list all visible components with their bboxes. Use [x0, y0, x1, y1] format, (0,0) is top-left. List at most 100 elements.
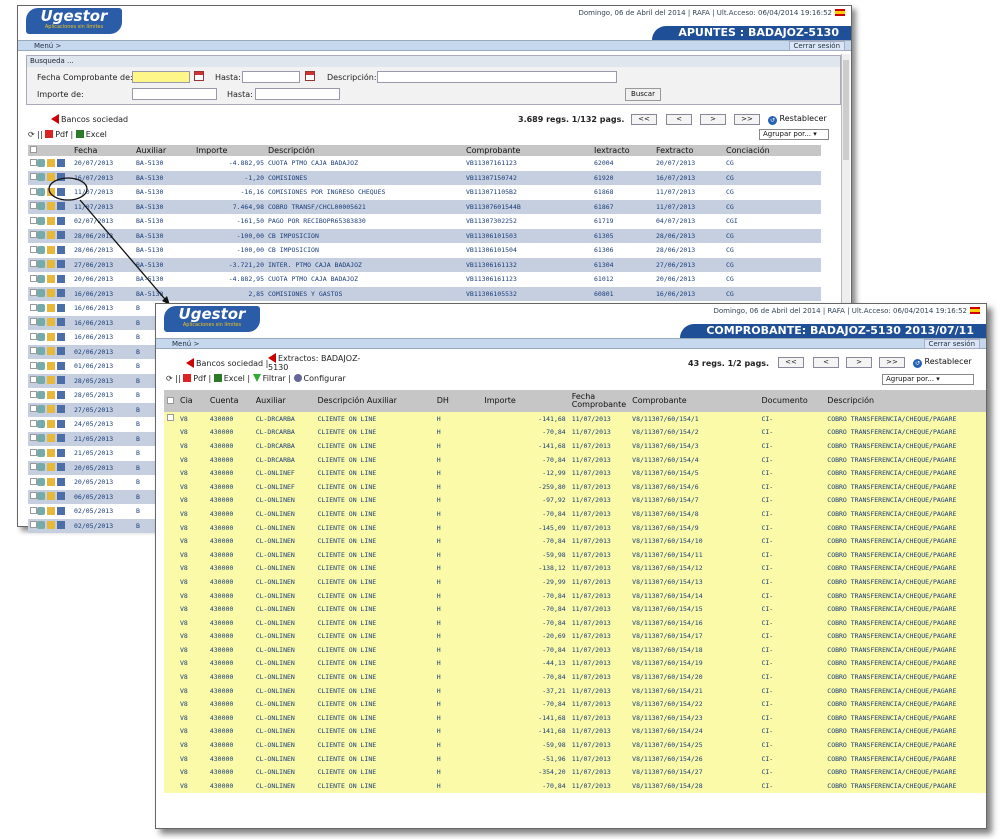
table-row[interactable]: V8 430000 CL-ONLINEN CLIENTE ON LINE H -51,96… — [164, 751, 986, 766]
auxiliar-cell: CL-ONLINEN — [252, 507, 315, 521]
table-row[interactable]: V8 430000 CL-ONLINEN CLIENTE ON LINE H -141,6… — [164, 711, 986, 725]
menu-bar: Menú > Cerrar sesión — [156, 338, 986, 349]
comprobante-cell: V8/11307/60/154/14 — [629, 588, 759, 603]
table-row[interactable]: V8 430000 CL-ONLINEN CLIENTE ON LINE H -59,98… — [164, 547, 986, 562]
prev-page-button[interactable]: < — [813, 357, 839, 368]
filter-icon[interactable] — [252, 374, 261, 382]
column-header[interactable]: Descripción Auxiliar — [314, 390, 434, 412]
table-row[interactable]: V8 430000 CL-ONLINEN CLIENTE ON LINE H -145,0… — [164, 520, 986, 535]
row-select — [164, 493, 177, 508]
importe-cell: -20,69 — [481, 629, 569, 644]
column-header[interactable]: Comprobante — [629, 390, 759, 412]
dh-cell: H — [433, 656, 482, 671]
table-row[interactable]: V8 430000 CL-DRCARBA CLIENTE ON LINE H -70,84… — [164, 452, 986, 467]
cia-cell: V8 — [177, 629, 207, 644]
table-row[interactable]: V8 430000 CL-ONLINEN CLIENTE ON LINE H -29,99… — [164, 575, 986, 589]
row-select — [164, 670, 177, 684]
descripcion-cell: COBRO TRANSFERENCIA/CHEQUE/PAGARE — [824, 507, 986, 521]
comprobante-cell: V8/11307/60/154/28 — [629, 779, 759, 793]
table-row[interactable]: V8 430000 CL-ONLINEN CLIENTE ON LINE H -70,84… — [164, 615, 986, 630]
documento-cell: CI- — [758, 561, 825, 576]
column-header[interactable]: Descripción — [824, 390, 986, 412]
pdf-icon[interactable] — [183, 374, 192, 382]
cuenta-cell: 430000 — [206, 765, 253, 780]
comprobante-cell: V8/11307/60/154/13 — [629, 575, 759, 589]
table-row[interactable]: V8 430000 CL-ONLINEN CLIENTE ON LINE H -70,84… — [164, 602, 986, 616]
configurar-link[interactable]: Configurar — [304, 374, 346, 383]
comprobante-cell: V8/11307/60/154/10 — [629, 534, 759, 548]
cia-cell: V8 — [177, 643, 207, 657]
fecha-cell: 11/07/2013 — [568, 520, 630, 535]
bancos-link[interactable]: Bancos sociedad | — [186, 358, 268, 368]
table-row[interactable]: V8 430000 CL-DRCARBA CLIENTE ON LINE H -70,84… — [164, 425, 986, 440]
cia-cell: V8 — [177, 670, 207, 684]
column-header[interactable]: Documento — [758, 390, 825, 412]
documento-cell: CI- — [758, 683, 825, 698]
row-checkbox[interactable] — [167, 414, 174, 422]
column-header[interactable]: DH — [433, 390, 482, 412]
excel-link[interactable]: Excel — [224, 374, 245, 383]
logout-button[interactable]: Cerrar sesión — [923, 339, 980, 349]
descripcion-cell: COBRO TRANSFERENCIA/CHEQUE/PAGARE — [824, 670, 986, 684]
column-header[interactable]: Cia — [177, 390, 207, 412]
extractos-link[interactable]: Extractos: BADAJOZ-5130 — [268, 353, 368, 372]
fecha-cell: 11/07/2013 — [568, 697, 630, 712]
refresh-icon[interactable]: ⟳ — [166, 374, 173, 383]
menu-button[interactable]: Menú > — [172, 340, 199, 348]
table-row[interactable]: V8 430000 CL-DRCARBA CLIENTE ON LINE H -141,6… — [164, 439, 986, 453]
table-row[interactable]: V8 430000 CL-ONLINEN CLIENTE ON LINE H -70,84… — [164, 588, 986, 603]
first-page-button[interactable]: << — [778, 357, 804, 368]
ugestor-logo[interactable]: Ugestor Aplicaciones sin límites — [164, 306, 260, 332]
column-header[interactable]: Cuenta — [206, 390, 253, 412]
documento-cell: CI- — [758, 711, 825, 725]
table-row[interactable]: V8 430000 CL-ONLINEF CLIENTE ON LINE H -259,8… — [164, 479, 986, 494]
table-row[interactable]: V8 430000 CL-ONLINEN CLIENTE ON LINE H -70,84… — [164, 507, 986, 521]
table-row[interactable]: V8 430000 CL-ONLINEN CLIENTE ON LINE H -97,92… — [164, 493, 986, 508]
fecha-cell: 11/07/2013 — [568, 724, 630, 739]
pdf-link[interactable]: Pdf — [193, 374, 206, 383]
select-all-checkbox[interactable] — [167, 396, 174, 404]
table-row[interactable]: V8 430000 CL-ONLINEN CLIENTE ON LINE H -70,84… — [164, 779, 986, 793]
next-page-button[interactable]: > — [846, 357, 872, 368]
table-row[interactable]: V8 430000 CL-ONLINEN CLIENTE ON LINE H -354,2… — [164, 765, 986, 780]
descripcion-cell: COBRO TRANSFERENCIA/CHEQUE/PAGARE — [824, 751, 986, 766]
table-row[interactable]: V8 430000 CL-ONLINEN CLIENTE ON LINE H -37,21… — [164, 683, 986, 698]
dh-cell: H — [433, 520, 482, 535]
table-row[interactable]: V8 430000 CL-ONLINEF CLIENTE ON LINE H -12,99… — [164, 466, 986, 480]
row-select — [164, 534, 177, 548]
column-header[interactable]: Auxiliar — [252, 390, 315, 412]
filtrar-link[interactable]: Filtrar — [263, 374, 286, 383]
last-page-button[interactable]: >> — [879, 357, 905, 368]
column-header[interactable]: Importe — [481, 390, 569, 412]
table-row[interactable]: V8 430000 CL-ONLINEN CLIENTE ON LINE H -59,98… — [164, 738, 986, 752]
table-row[interactable]: V8 430000 CL-ONLINEN CLIENTE ON LINE H -44,13… — [164, 656, 986, 671]
importe-cell: -70,84 — [481, 507, 569, 521]
spain-flag-icon[interactable] — [970, 307, 980, 314]
table-row[interactable]: V8 430000 CL-ONLINEN CLIENTE ON LINE H -20,69… — [164, 629, 986, 644]
importe-cell: -70,84 — [481, 425, 569, 440]
table-row[interactable]: V8 430000 CL-ONLINEN CLIENTE ON LINE H -70,84… — [164, 643, 986, 657]
restablecer-button[interactable]: ↺ Restablecer — [913, 357, 972, 368]
cia-cell: V8 — [177, 507, 207, 521]
table-row[interactable]: V8 430000 CL-DRCARBA CLIENTE ON LINE H -141,6… — [164, 412, 986, 426]
excel-icon[interactable] — [213, 374, 222, 382]
auxiliar-cell: CL-ONLINEN — [252, 765, 315, 780]
comprobante-cell: V8/11307/60/154/15 — [629, 602, 759, 616]
comprobante-cell: V8/11307/60/154/24 — [629, 724, 759, 739]
column-header[interactable]: Fecha Comprobante — [568, 390, 630, 412]
row-select — [164, 412, 177, 426]
column-header[interactable] — [164, 390, 177, 412]
cuenta-cell: 430000 — [206, 452, 253, 467]
gear-icon[interactable] — [293, 374, 302, 382]
table-row[interactable]: V8 430000 CL-ONLINEN CLIENTE ON LINE H -138,1… — [164, 561, 986, 576]
table-row[interactable]: V8 430000 CL-ONLINEN CLIENTE ON LINE H -141,6… — [164, 724, 986, 739]
descripcion-cell: COBRO TRANSFERENCIA/CHEQUE/PAGARE — [824, 615, 986, 630]
agrupar-select[interactable]: Agrupar por... ▾ — [882, 374, 974, 385]
header-info: Domingo, 06 de Abril del 2014 | RAFA | U… — [713, 307, 980, 315]
table-row[interactable]: V8 430000 CL-ONLINEN CLIENTE ON LINE H -70,84… — [164, 670, 986, 684]
documento-cell: CI- — [758, 765, 825, 780]
cia-cell: V8 — [177, 493, 207, 508]
table-row[interactable]: V8 430000 CL-ONLINEN CLIENTE ON LINE H -70,84… — [164, 697, 986, 712]
cuenta-cell: 430000 — [206, 683, 253, 698]
table-row[interactable]: V8 430000 CL-ONLINEN CLIENTE ON LINE H -70,84… — [164, 534, 986, 548]
